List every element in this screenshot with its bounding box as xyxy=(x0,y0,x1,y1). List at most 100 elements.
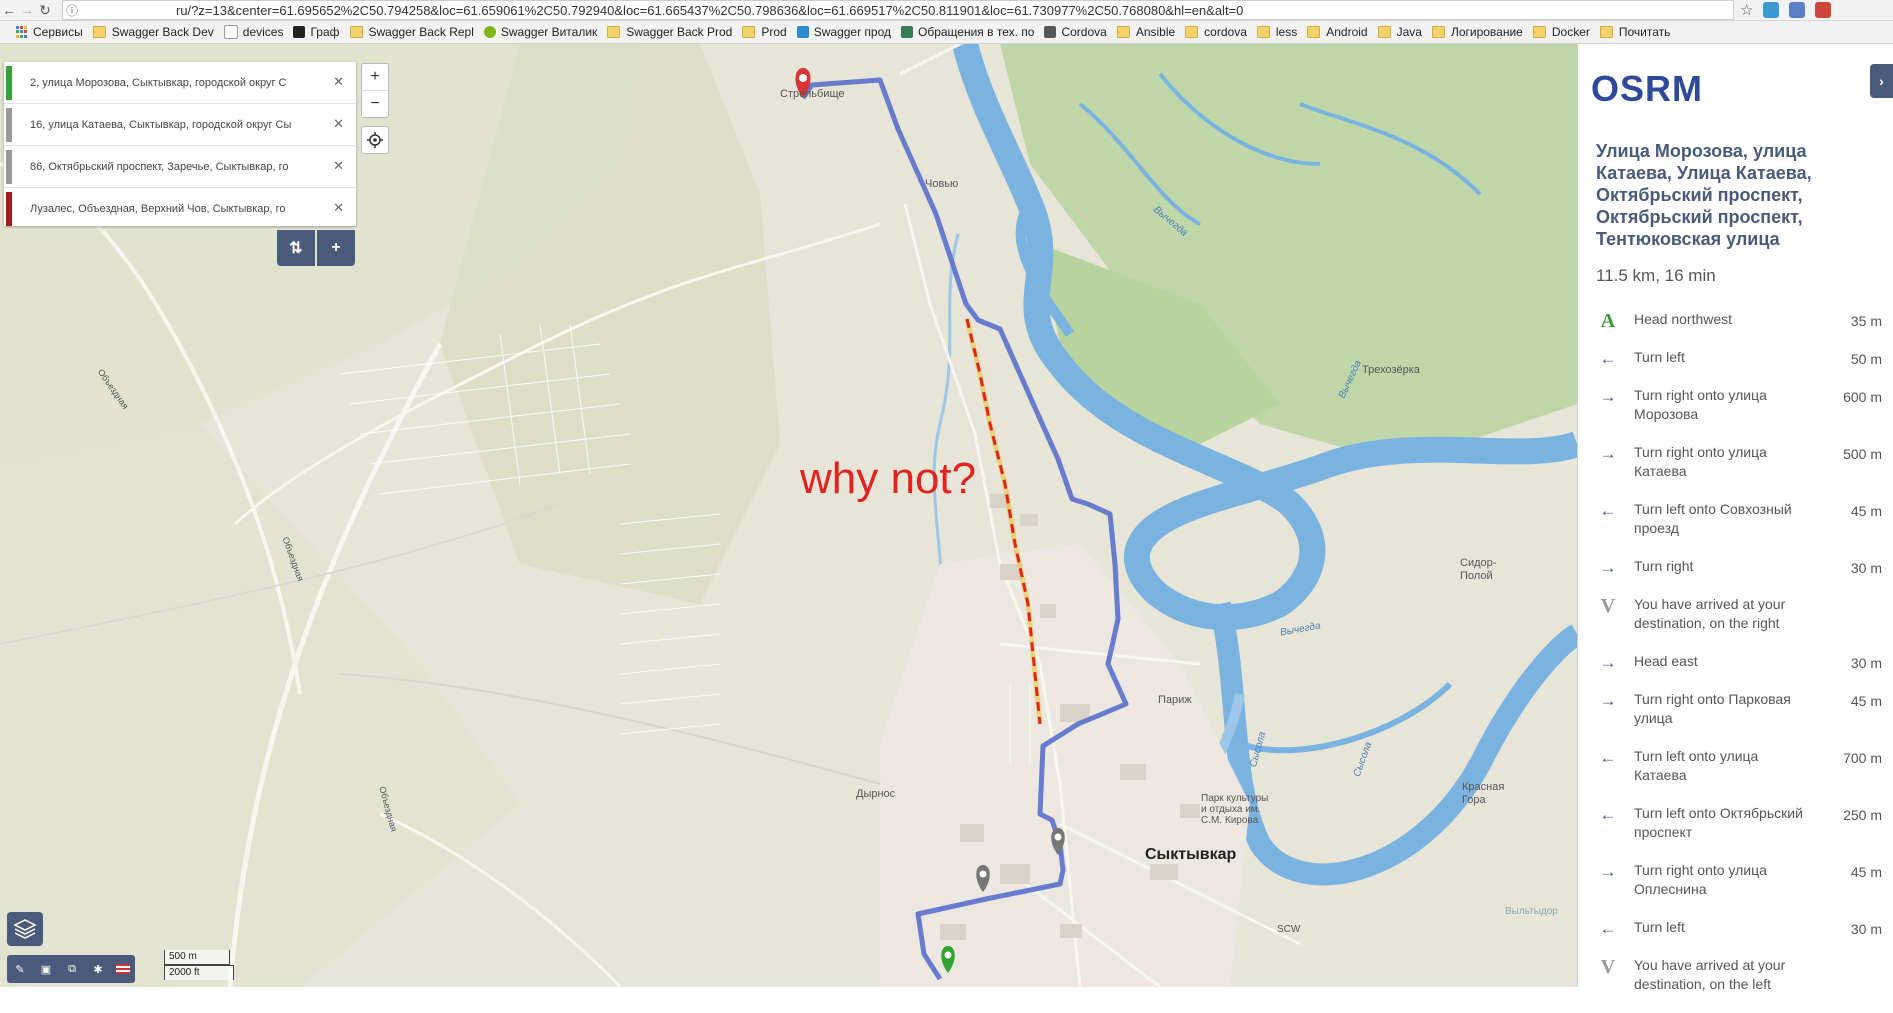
bookmark-item[interactable]: Логирование xyxy=(1431,25,1523,39)
bookmark-label: Обращения в тех. по xyxy=(918,25,1035,39)
map-edit-icon[interactable]: ▣ xyxy=(38,961,54,977)
remove-waypoint-icon[interactable]: ✕ xyxy=(333,74,344,90)
osrm-logo: OSRM xyxy=(1591,68,1703,110)
route-name: Улица Морозова, улица Катаева, Улица Кат… xyxy=(1596,141,1812,249)
bookmark-label: Swagger прод xyxy=(813,25,891,39)
arrive-icon: V xyxy=(1600,594,1616,617)
instruction-text: Turn left onto Октябрьский проспект xyxy=(1634,805,1803,840)
scale-bar: 500 m 2000 ft xyxy=(164,950,234,980)
instruction-text: Head northwest xyxy=(1634,311,1733,327)
bookmark-item[interactable]: Обращения в тех. по xyxy=(901,25,1034,39)
debug-icon[interactable]: ✱ xyxy=(90,961,106,977)
turn-right-icon: → xyxy=(1599,444,1617,463)
bookmark-label: Почитать xyxy=(1618,25,1671,39)
back-arrow-icon[interactable]: ← xyxy=(0,2,18,18)
bookmark-item[interactable]: less xyxy=(1256,25,1297,39)
bookmark-star-icon[interactable]: ☆ xyxy=(1740,1,1753,19)
waypoint-input[interactable]: Лузалес, Объездная, Верхний Чов, Сыктывк… xyxy=(30,203,320,215)
bookmark-item[interactable]: Почитать xyxy=(1599,25,1671,39)
bookmark-label: Swagger Back Prod xyxy=(626,25,733,39)
instruction-step[interactable]: → Turn right 30 m xyxy=(1596,557,1883,595)
bookmark-item[interactable]: Swagger Back Repl xyxy=(349,25,474,39)
instruction-step[interactable]: → Turn right onto улица Катаева 500 m xyxy=(1596,443,1883,500)
forward-arrow-icon[interactable]: → xyxy=(18,2,36,18)
instruction-text: Turn left onto Совхозный проезд xyxy=(1634,501,1792,536)
bookmark-label: Сервисы xyxy=(33,25,83,39)
instruction-step[interactable]: → Turn right onto Парковая улица 45 m xyxy=(1596,690,1883,747)
add-waypoint-button[interactable]: + xyxy=(317,230,355,266)
waypoint-buttons: ⇅ + xyxy=(277,230,355,266)
instruction-step[interactable]: V You have arrived at your destination, o… xyxy=(1596,595,1882,652)
tools-bar: ✎ ▣ ⧉ ✱ xyxy=(7,955,135,983)
remove-waypoint-icon[interactable]: ✕ xyxy=(333,200,344,216)
waypoint-input[interactable]: 2, улица Морозова, Сыктывкар, городской … xyxy=(30,77,320,89)
instruction-distance: 30 m xyxy=(1850,655,1882,671)
locate-button[interactable] xyxy=(361,126,389,154)
instruction-step[interactable]: ← Turn left 30 m xyxy=(1596,918,1883,956)
info-icon[interactable]: ⓘ xyxy=(63,2,81,19)
remove-waypoint-icon[interactable]: ✕ xyxy=(333,116,344,132)
instruction-step[interactable]: ← Turn left onto Совхозный проезд 45 m xyxy=(1596,500,1883,557)
bookmark-item[interactable]: Cordova xyxy=(1044,25,1107,39)
bookmark-item[interactable]: Ansible xyxy=(1116,25,1176,39)
instruction-step[interactable]: ← Turn left 50 m xyxy=(1596,348,1883,386)
instruction-text: Turn left xyxy=(1634,919,1685,935)
layers-button[interactable] xyxy=(7,912,43,946)
instruction-step[interactable]: → Head east 30 m xyxy=(1596,652,1883,690)
zoom-control: + − xyxy=(361,63,389,118)
instruction-step[interactable]: ← Turn left onto Октябрьский проспект 250 … xyxy=(1596,804,1883,861)
waypoint-input[interactable]: 86, Октябрьский проспект, Заречье, Сыкты… xyxy=(30,161,320,173)
arrive-icon: V xyxy=(1600,955,1616,978)
map-label: Красная Гора xyxy=(1462,781,1505,806)
bookmark-label: Swagger Back Repl xyxy=(368,25,474,39)
swagger-icon xyxy=(483,26,496,38)
bookmark-item[interactable]: Swagger Back Prod xyxy=(607,25,732,39)
bookmark-label: Ansible xyxy=(1135,25,1176,39)
v-icon xyxy=(901,26,913,38)
bookmark-item[interactable]: Android xyxy=(1307,25,1368,39)
instruction-step[interactable]: → Turn right onto улица Оплеснина 45 m xyxy=(1596,861,1883,918)
map-label: SCW xyxy=(1277,924,1301,935)
extension-icon[interactable] xyxy=(1763,2,1780,18)
locate-icon xyxy=(367,132,383,148)
turn-left-icon: ← xyxy=(1599,748,1617,767)
folder-icon xyxy=(1307,26,1321,38)
image-icon[interactable]: ⧉ xyxy=(64,961,80,977)
folder-icon xyxy=(1116,26,1130,38)
instruction-step[interactable]: V You have arrived at your destination, o… xyxy=(1596,956,1882,1013)
bookmark-item[interactable]: Swagger прод xyxy=(796,25,891,39)
bookmark-item[interactable]: devices xyxy=(223,25,283,39)
remove-waypoint-icon[interactable]: ✕ xyxy=(333,158,344,174)
zoom-out-button[interactable]: − xyxy=(362,91,388,117)
waypoint-row: 2, улица Морозова, Сыктывкар, городской … xyxy=(4,62,356,104)
bookmark-label: Swagger Back Dev xyxy=(111,25,214,39)
folder-icon xyxy=(1599,26,1613,38)
turn-right-icon: → xyxy=(1599,653,1617,672)
instruction-text: Turn right onto Парковая улица xyxy=(1634,691,1791,726)
bookmark-item[interactable]: Docker xyxy=(1532,25,1590,39)
bookmark-item[interactable]: Swagger Back Dev xyxy=(92,25,214,39)
waypoint-color-bar xyxy=(6,65,12,100)
instruction-distance: 30 m xyxy=(1850,921,1882,937)
reverse-route-button[interactable]: ⇅ xyxy=(277,230,315,266)
bookmark-item[interactable]: cordova xyxy=(1185,25,1247,39)
collapse-sidebar-button[interactable]: › xyxy=(1870,64,1893,98)
bookmark-item[interactable]: Граф xyxy=(293,25,340,39)
zoom-in-button[interactable]: + xyxy=(362,64,388,91)
bookmark-item[interactable]: Swagger Виталик xyxy=(483,25,597,39)
instruction-step[interactable]: ← Turn left onto улица Катаева 700 m xyxy=(1596,747,1883,804)
flag-us-icon[interactable] xyxy=(116,964,130,974)
bookmark-item[interactable]: Сервисы xyxy=(10,25,83,39)
address-bar[interactable]: ⓘ ru/?z=13&center=61.695652%2C50.794258&… xyxy=(62,0,1734,20)
instruction-distance: 45 m xyxy=(1850,693,1882,709)
bookmark-item[interactable]: Java xyxy=(1377,25,1422,39)
instruction-step[interactable]: A Head northwest 35 m xyxy=(1596,310,1882,348)
instruction-step[interactable]: → Turn right onto улица Морозова 600 m xyxy=(1596,386,1883,443)
translate-extension-icon[interactable] xyxy=(1789,2,1806,18)
reload-icon[interactable]: ↻ xyxy=(36,2,54,19)
edit-icon[interactable]: ✎ xyxy=(12,961,28,977)
waypoint-input[interactable]: 16, улица Катаева, Сыктывкар, городской … xyxy=(30,119,320,131)
extension-icon[interactable] xyxy=(1815,2,1832,18)
bookmark-item[interactable]: Prod xyxy=(742,25,787,39)
route-summary: 11.5 km, 16 min xyxy=(1596,266,1716,285)
